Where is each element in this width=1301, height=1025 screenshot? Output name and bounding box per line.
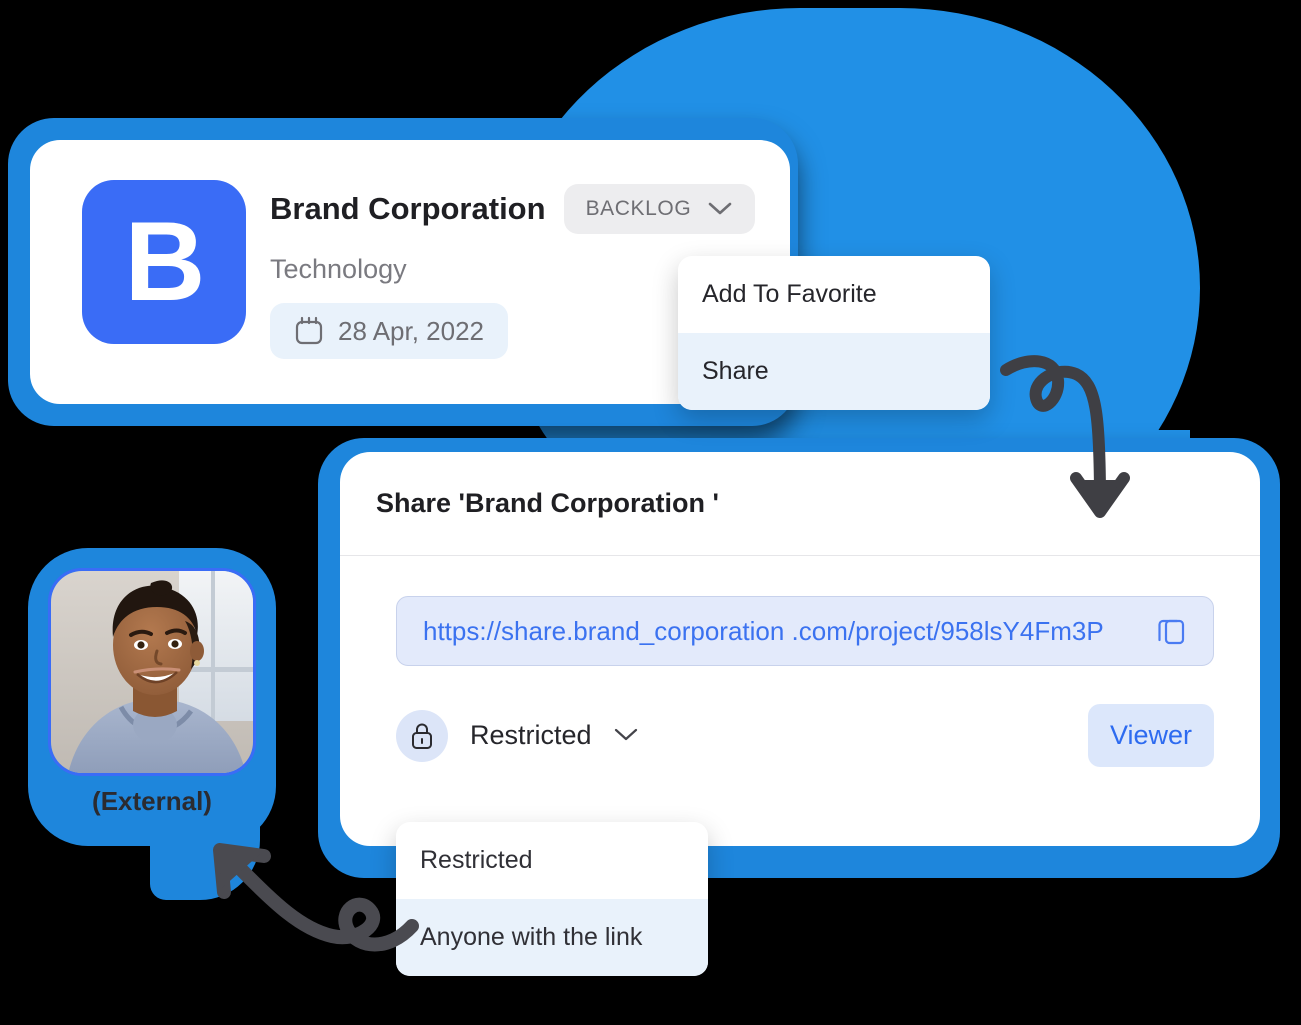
permission-dropdown-menu: Restricted Anyone with the link bbox=[396, 822, 708, 976]
project-card: B Brand Corporation BACKLOG Technology 2… bbox=[30, 140, 790, 404]
copy-icon[interactable] bbox=[1157, 615, 1187, 647]
permission-option-anyone-with-link[interactable]: Anyone with the link bbox=[396, 899, 708, 976]
share-dialog: Share 'Brand Corporation ' https://share… bbox=[340, 452, 1260, 846]
share-link-field[interactable]: https://share.brand_corporation .com/pro… bbox=[396, 596, 1214, 666]
illustration-canvas: B Brand Corporation BACKLOG Technology 2… bbox=[0, 0, 1301, 1025]
smiling-woman-photo bbox=[51, 571, 253, 773]
project-context-menu: Add To Favorite Share bbox=[678, 256, 990, 410]
permission-row: Restricted Viewer bbox=[396, 704, 1214, 767]
status-badge[interactable]: BACKLOG bbox=[563, 184, 756, 234]
menu-item-add-to-favorite[interactable]: Add To Favorite bbox=[678, 256, 990, 333]
external-user-label: (External) bbox=[92, 786, 212, 816]
chevron-down-icon bbox=[707, 201, 733, 217]
menu-item-share[interactable]: Share bbox=[678, 333, 990, 410]
calendar-icon bbox=[294, 315, 324, 347]
chevron-down-icon[interactable] bbox=[614, 728, 638, 743]
share-dialog-title: Share 'Brand Corporation ' bbox=[376, 488, 719, 518]
project-title: Brand Corporation bbox=[270, 191, 546, 226]
avatar bbox=[48, 568, 256, 776]
project-logo-letter: B bbox=[124, 199, 206, 324]
permission-option-restricted[interactable]: Restricted bbox=[396, 822, 708, 899]
project-date-chip[interactable]: 28 Apr, 2022 bbox=[270, 303, 509, 359]
viewer-role-button[interactable]: Viewer bbox=[1087, 704, 1214, 767]
status-badge-label: BACKLOG bbox=[585, 197, 692, 220]
project-logo: B bbox=[82, 180, 246, 344]
lock-icon bbox=[396, 709, 448, 762]
share-link-text: https://share.brand_corporation .com/pro… bbox=[423, 615, 1104, 646]
permission-label[interactable]: Restricted bbox=[470, 720, 592, 751]
share-dialog-header: Share 'Brand Corporation ' bbox=[340, 452, 1260, 556]
project-date-label: 28 Apr, 2022 bbox=[338, 315, 485, 346]
